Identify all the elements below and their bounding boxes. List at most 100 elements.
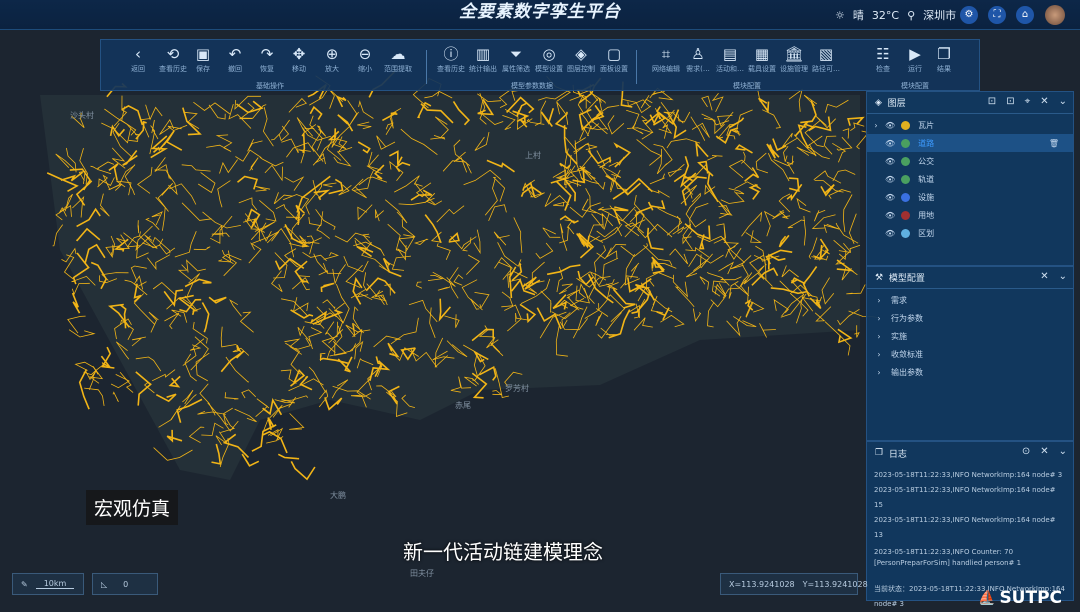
settings-icon[interactable]: ⚙ xyxy=(960,6,978,24)
eye-icon[interactable]: 👁 xyxy=(885,139,895,148)
weather-text: 晴 xyxy=(852,9,864,22)
tool-button[interactable]: ↷ 恢复 xyxy=(250,44,284,74)
tool-icon: ▢ xyxy=(606,45,622,63)
road-segment xyxy=(262,430,288,454)
collapse-up-icon[interactable]: ⊡ xyxy=(988,96,996,107)
layer-label: 公交 xyxy=(918,156,935,166)
focus-icon[interactable]: ⌖ xyxy=(1025,96,1031,107)
tool-button[interactable]: ⏷ 属性筛选 xyxy=(499,44,533,74)
tool-icon: ⊕ xyxy=(325,45,339,63)
config-item[interactable]: › 行为参数 xyxy=(867,309,1073,327)
layer-item[interactable]: 👁 区划 xyxy=(867,224,1073,242)
config-item[interactable]: › 输出参数 xyxy=(867,363,1073,381)
road-segment xyxy=(492,390,503,396)
chevron-right-icon: › xyxy=(877,349,881,359)
tool-icon: ↷ xyxy=(260,45,274,63)
layer-item[interactable]: 👁 轨道 xyxy=(867,170,1073,188)
config-item[interactable]: › 实施 xyxy=(867,327,1073,345)
tool-button[interactable]: ▤ 活动和… xyxy=(713,44,747,74)
coord-y: Y=113.9241028 xyxy=(802,579,868,589)
tool-button[interactable]: ‹ 返回 xyxy=(121,44,155,74)
chevron-down-icon[interactable]: ⌄ xyxy=(1059,271,1067,282)
tool-icon: ⌗ xyxy=(661,45,671,63)
tool-icon: ☷ xyxy=(876,45,890,63)
eye-icon[interactable]: 👁 xyxy=(885,229,895,238)
layer-label: 设施 xyxy=(918,192,935,202)
eye-icon[interactable]: 👁 xyxy=(885,193,895,202)
layer-item[interactable]: › 👁 瓦片 xyxy=(867,116,1073,134)
target-icon[interactable]: ⊙ xyxy=(1022,446,1030,457)
fullscreen-icon[interactable]: ⛶ xyxy=(988,6,1006,24)
city[interactable]: 深圳市 xyxy=(923,7,956,23)
location-icon: ⚲ xyxy=(907,8,916,22)
layer-item[interactable]: 👁 公交 xyxy=(867,152,1073,170)
tool-icon: ❐ xyxy=(937,45,951,63)
tool-button[interactable]: ♙ 需求(… xyxy=(681,44,715,74)
model-icon: ⚒ xyxy=(875,272,884,283)
subtitle-left: 宏观仿真 xyxy=(86,490,179,525)
map-label: 沙头村 xyxy=(70,111,94,120)
tool-button[interactable]: ▢ 面板设置 xyxy=(597,44,631,74)
tool-button[interactable]: ✥ 移动 xyxy=(282,44,316,74)
tool-label: 活动和… xyxy=(716,65,744,73)
tool-button[interactable]: ⊖ 缩小 xyxy=(348,44,382,74)
tool-button[interactable]: ⌗ 网络编辑 xyxy=(649,44,683,74)
tool-button[interactable]: ▧ 路径可… xyxy=(809,44,843,74)
tool-label: 范围提取 xyxy=(384,65,412,73)
tool-button[interactable]: ↶ 撤回 xyxy=(218,44,252,74)
chevron-right-icon[interactable]: › xyxy=(867,121,885,130)
config-item[interactable]: › 收敛标准 xyxy=(867,345,1073,363)
chevron-down-icon[interactable]: ⌄ xyxy=(1059,96,1067,107)
home-icon[interactable]: ⌂ xyxy=(1016,6,1034,24)
tool-button[interactable]: ▦ 载具设置 xyxy=(745,44,779,74)
layer-item[interactable]: 👁 道路 🗑 xyxy=(867,134,1073,152)
chevron-down-icon[interactable]: ⌄ xyxy=(1059,446,1067,457)
app-title: 全要素数字孪生平台 xyxy=(459,2,621,22)
layer-item[interactable]: 👁 设施 xyxy=(867,188,1073,206)
close-icon[interactable]: ✕ xyxy=(1040,446,1048,457)
collapse-down-icon[interactable]: ⊡ xyxy=(1006,96,1014,107)
top-bar: 全要素数字孪生平台 ☼ 晴 32°C ⚲ 深圳市 ⚙ ⛶ ⌂ xyxy=(0,0,1080,30)
tool-icon: ▦ xyxy=(754,45,770,63)
layers-icon: ◈ xyxy=(875,97,882,108)
tool-label: 图层控制 xyxy=(567,65,595,73)
tool-button[interactable]: ⟲ 查看历史 xyxy=(156,44,190,74)
chevron-right-icon: › xyxy=(877,331,881,341)
map-label: 大鹏 xyxy=(330,491,346,500)
eye-icon[interactable]: 👁 xyxy=(885,121,895,130)
eye-icon[interactable]: 👁 xyxy=(885,157,895,166)
eye-icon[interactable]: 👁 xyxy=(885,175,895,184)
config-label: 行为参数 xyxy=(891,313,923,323)
tool-icon: ☁ xyxy=(390,45,406,63)
log-entry: 2023-05-18T11:22:33,INFO NetworkImp:164 … xyxy=(874,516,1056,539)
close-icon[interactable]: ✕ xyxy=(1040,271,1048,282)
tool-button[interactable]: ▥ 统计输出 xyxy=(466,44,500,74)
trash-icon[interactable]: 🗑 xyxy=(1049,139,1059,148)
config-label: 需求 xyxy=(891,295,907,305)
tool-button[interactable]: ☷ 检查 xyxy=(866,44,900,74)
panel-title: 日志 xyxy=(888,449,907,460)
layer-item[interactable]: 👁 用地 xyxy=(867,206,1073,224)
tool-button[interactable]: ❐ 结果 xyxy=(927,44,961,74)
log-panel: ❐ 日志 ⊙ ✕ ⌄ 2023-05-18T11:22:33,INFO Networ… xyxy=(866,441,1074,608)
eye-icon[interactable]: 👁 xyxy=(885,211,895,220)
subtitle-center: 新一代活动链建模理念 xyxy=(403,540,603,564)
tool-button[interactable]: ▣ 保存 xyxy=(186,44,220,74)
close-icon[interactable]: ✕ xyxy=(1040,96,1048,107)
tool-button[interactable]: ◈ 图层控制 xyxy=(564,44,598,74)
tool-button[interactable]: ◎ 模型设置 xyxy=(532,44,566,74)
tool-button[interactable]: ⓘ 查看历史 xyxy=(434,44,468,74)
tool-icon: ◈ xyxy=(575,45,587,63)
road-segment xyxy=(110,374,130,389)
group-label: 模块配置 xyxy=(901,82,929,90)
config-label: 输出参数 xyxy=(891,367,923,377)
tool-button[interactable]: ⊕ 放大 xyxy=(315,44,349,74)
temperature: 32°C xyxy=(871,8,900,22)
tool-button[interactable]: ☁ 范围提取 xyxy=(381,44,415,74)
tool-label: 保存 xyxy=(196,65,210,73)
tool-button[interactable]: 🏛 设施管理 xyxy=(777,44,811,74)
layer-type-icon xyxy=(901,120,911,130)
avatar[interactable] xyxy=(1045,5,1065,25)
config-item[interactable]: › 需求 xyxy=(867,291,1073,309)
tool-icon: ▥ xyxy=(475,45,491,63)
